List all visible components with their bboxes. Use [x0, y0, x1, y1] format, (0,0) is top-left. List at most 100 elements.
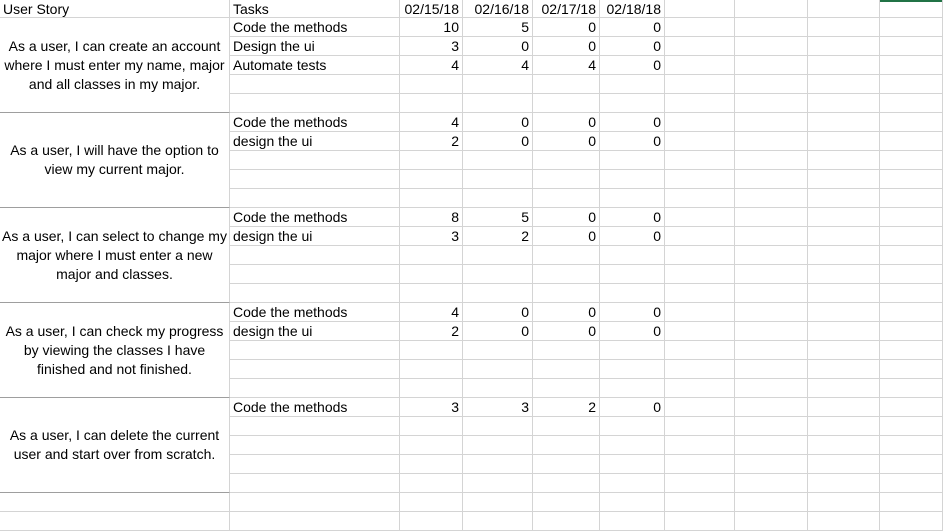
grid-cell[interactable]	[735, 170, 808, 189]
grid-cell[interactable]	[230, 493, 400, 512]
grid-cell[interactable]	[600, 360, 665, 379]
hours-value-cell[interactable]: 0	[533, 18, 600, 37]
grid-cell[interactable]	[880, 512, 943, 531]
grid-cell[interactable]	[463, 474, 533, 493]
hours-value-cell[interactable]: 4	[400, 56, 463, 75]
grid-cell[interactable]	[808, 37, 880, 56]
grid-cell[interactable]	[665, 474, 735, 493]
grid-cell[interactable]	[665, 113, 735, 132]
grid-cell[interactable]	[880, 113, 943, 132]
grid-cell[interactable]	[463, 170, 533, 189]
grid-cell[interactable]	[665, 189, 735, 208]
hours-value-cell[interactable]: 2	[533, 398, 600, 417]
grid-cell[interactable]	[735, 474, 808, 493]
grid-cell[interactable]	[533, 246, 600, 265]
grid-cell[interactable]	[735, 56, 808, 75]
grid-cell[interactable]	[600, 189, 665, 208]
grid-cell[interactable]	[808, 436, 880, 455]
grid-cell[interactable]	[400, 436, 463, 455]
grid-cell[interactable]	[735, 341, 808, 360]
task-name-cell[interactable]: design the ui	[230, 132, 400, 151]
grid-cell[interactable]	[880, 436, 943, 455]
grid-cell[interactable]	[735, 0, 808, 18]
user-story-cell[interactable]: As a user, I will have the option to vie…	[0, 113, 230, 208]
grid-cell[interactable]	[880, 284, 943, 303]
grid-cell[interactable]	[230, 151, 400, 170]
grid-cell[interactable]	[880, 0, 943, 18]
grid-cell[interactable]	[533, 474, 600, 493]
hours-value-cell[interactable]: 0	[533, 303, 600, 322]
grid-cell[interactable]	[600, 75, 665, 94]
task-name-cell[interactable]: Code the methods	[230, 303, 400, 322]
grid-cell[interactable]	[533, 265, 600, 284]
grid-cell[interactable]	[533, 493, 600, 512]
grid-cell[interactable]	[880, 75, 943, 94]
grid-cell[interactable]	[880, 170, 943, 189]
grid-cell[interactable]	[533, 284, 600, 303]
grid-cell[interactable]	[230, 455, 400, 474]
grid-cell[interactable]	[400, 151, 463, 170]
hours-value-cell[interactable]: 3	[400, 227, 463, 246]
grid-cell[interactable]	[735, 398, 808, 417]
grid-cell[interactable]	[600, 417, 665, 436]
grid-cell[interactable]	[808, 493, 880, 512]
task-name-cell[interactable]: Code the methods	[230, 113, 400, 132]
grid-cell[interactable]	[400, 94, 463, 113]
grid-cell[interactable]	[533, 455, 600, 474]
grid-cell[interactable]	[533, 360, 600, 379]
grid-cell[interactable]	[735, 493, 808, 512]
grid-cell[interactable]	[665, 94, 735, 113]
hours-value-cell[interactable]: 3	[400, 398, 463, 417]
grid-cell[interactable]	[533, 170, 600, 189]
header-user-story[interactable]: User Story	[0, 0, 230, 18]
grid-cell[interactable]	[463, 265, 533, 284]
grid-cell[interactable]	[880, 246, 943, 265]
grid-cell[interactable]	[880, 303, 943, 322]
hours-value-cell[interactable]: 0	[533, 208, 600, 227]
grid-cell[interactable]	[463, 512, 533, 531]
grid-cell[interactable]	[808, 322, 880, 341]
grid-cell[interactable]	[533, 379, 600, 398]
grid-cell[interactable]	[400, 341, 463, 360]
hours-value-cell[interactable]: 0	[533, 113, 600, 132]
grid-cell[interactable]	[463, 341, 533, 360]
hours-value-cell[interactable]: 0	[463, 322, 533, 341]
grid-cell[interactable]	[533, 189, 600, 208]
grid-cell[interactable]	[665, 303, 735, 322]
grid-cell[interactable]	[808, 284, 880, 303]
grid-cell[interactable]	[463, 493, 533, 512]
hours-value-cell[interactable]: 2	[400, 322, 463, 341]
grid-cell[interactable]	[665, 56, 735, 75]
hours-value-cell[interactable]: 0	[600, 113, 665, 132]
grid-cell[interactable]	[808, 56, 880, 75]
grid-cell[interactable]	[400, 379, 463, 398]
grid-cell[interactable]	[230, 284, 400, 303]
grid-cell[interactable]	[230, 94, 400, 113]
grid-cell[interactable]	[735, 18, 808, 37]
grid-cell[interactable]	[463, 151, 533, 170]
grid-cell[interactable]	[400, 284, 463, 303]
hours-value-cell[interactable]: 0	[463, 113, 533, 132]
grid-cell[interactable]	[665, 379, 735, 398]
grid-cell[interactable]	[400, 265, 463, 284]
grid-cell[interactable]	[600, 170, 665, 189]
grid-cell[interactable]	[880, 474, 943, 493]
grid-cell[interactable]	[463, 360, 533, 379]
grid-cell[interactable]	[665, 75, 735, 94]
grid-cell[interactable]	[600, 341, 665, 360]
grid-cell[interactable]	[735, 113, 808, 132]
grid-cell[interactable]	[533, 341, 600, 360]
grid-cell[interactable]	[808, 265, 880, 284]
grid-cell[interactable]	[808, 417, 880, 436]
grid-cell[interactable]	[400, 512, 463, 531]
hours-value-cell[interactable]: 2	[463, 227, 533, 246]
grid-cell[interactable]	[808, 379, 880, 398]
header-date[interactable]: 02/15/18	[400, 0, 463, 18]
grid-cell[interactable]	[808, 398, 880, 417]
hours-value-cell[interactable]: 4	[400, 303, 463, 322]
grid-cell[interactable]	[600, 284, 665, 303]
grid-cell[interactable]	[880, 493, 943, 512]
grid-cell[interactable]	[880, 455, 943, 474]
grid-cell[interactable]	[230, 246, 400, 265]
grid-cell[interactable]	[665, 398, 735, 417]
